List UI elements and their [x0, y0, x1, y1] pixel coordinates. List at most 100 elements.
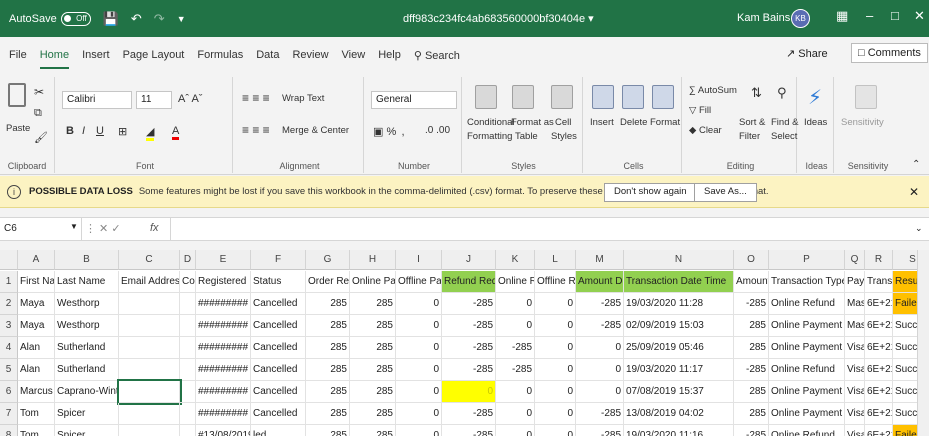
format-as-table-icon[interactable]	[512, 85, 534, 109]
cell-j5[interactable]: -285	[442, 359, 496, 381]
cell-g4[interactable]: 285	[306, 337, 350, 359]
search-box[interactable]: ⚲ Search	[414, 49, 460, 62]
format-cells-icon[interactable]	[652, 85, 674, 109]
ideas-icon[interactable]: ⚡	[808, 85, 822, 110]
number-format-select[interactable]: General	[371, 91, 457, 109]
cell-p4[interactable]: Online Payment	[769, 337, 845, 359]
formula-input[interactable]	[170, 218, 910, 240]
cell-h3[interactable]: 285	[350, 315, 396, 337]
copy-icon[interactable]: ⧉	[34, 107, 42, 120]
cell-q7[interactable]: Visa	[845, 403, 865, 425]
cell-a4[interactable]: Alan	[18, 337, 55, 359]
file-name[interactable]: dff983c234fc4ab683560000bf30404e ▾	[403, 12, 594, 25]
cell-h6[interactable]: 285	[350, 381, 396, 403]
cell-b6[interactable]: Caprano-Wint	[55, 381, 119, 403]
bold-icon[interactable]: B	[66, 125, 74, 137]
cell-c3[interactable]	[119, 315, 180, 337]
cell-d3[interactable]	[180, 315, 196, 337]
cell-n5[interactable]: 19/03/2020 11:17	[624, 359, 734, 381]
cell-h8[interactable]: 285	[350, 425, 396, 436]
cut-icon[interactable]: ✂	[34, 85, 44, 99]
cell-d1[interactable]: Comp	[180, 271, 196, 293]
cell-e7[interactable]: #########	[196, 403, 251, 425]
cell-e3[interactable]: #########	[196, 315, 251, 337]
cell-i6[interactable]: 0	[396, 381, 442, 403]
cell-a1[interactable]: First Name	[18, 271, 55, 293]
align-top-icon[interactable]: ≡ ≡ ≡	[242, 91, 270, 105]
cell-k6[interactable]: 0	[496, 381, 535, 403]
minimize-icon[interactable]: –	[866, 8, 873, 23]
cell-c5[interactable]	[119, 359, 180, 381]
cell-a6[interactable]: Marcus	[18, 381, 55, 403]
close-icon[interactable]: ✕	[914, 8, 925, 24]
cell-r5[interactable]: 6E+21	[865, 359, 893, 381]
cell-m2[interactable]: -285	[576, 293, 624, 315]
cell-j4[interactable]: -285	[442, 337, 496, 359]
vertical-scrollbar[interactable]	[917, 250, 929, 436]
font-name-select[interactable]: Calibri	[62, 91, 132, 109]
column-header-j[interactable]: J	[442, 250, 496, 270]
close-warning-icon[interactable]: ✕	[909, 185, 919, 199]
cell-i8[interactable]: 0	[396, 425, 442, 436]
cell-h4[interactable]: 285	[350, 337, 396, 359]
sensitivity-button[interactable]: Sensitivity	[841, 117, 884, 128]
cell-n4[interactable]: 25/09/2019 05:46	[624, 337, 734, 359]
cell-q1[interactable]: Paym	[845, 271, 865, 293]
tab-insert[interactable]: Insert	[82, 49, 110, 61]
cell-i4[interactable]: 0	[396, 337, 442, 359]
format-painter-icon[interactable]: 🖌	[34, 131, 48, 144]
cell-o6[interactable]: 285	[734, 381, 769, 403]
clear-button[interactable]: ◆ Clear	[689, 125, 722, 136]
cell-n1[interactable]: Transaction Date Time	[624, 271, 734, 293]
cell-b8[interactable]: Spicer	[55, 425, 119, 436]
column-header-r[interactable]: R	[865, 250, 893, 270]
cell-j3[interactable]: -285	[442, 315, 496, 337]
cell-e2[interactable]: #########	[196, 293, 251, 315]
cell-i1[interactable]: Offline Pay	[396, 271, 442, 293]
cell-r1[interactable]: Transa	[865, 271, 893, 293]
cell-r2[interactable]: 6E+21	[865, 293, 893, 315]
sensitivity-icon[interactable]	[855, 85, 877, 109]
cell-m6[interactable]: 0	[576, 381, 624, 403]
tab-data[interactable]: Data	[256, 49, 279, 61]
column-header-b[interactable]: B	[55, 250, 119, 270]
row-header-4[interactable]: 4	[0, 337, 18, 359]
save-icon[interactable]: 💾	[103, 11, 119, 27]
cell-c4[interactable]	[119, 337, 180, 359]
merge-center-button[interactable]: Merge & Center	[282, 125, 349, 136]
autosave-toggle[interactable]: Off	[60, 11, 91, 26]
cell-m4[interactable]: 0	[576, 337, 624, 359]
cell-o3[interactable]: 285	[734, 315, 769, 337]
cell-r4[interactable]: 6E+21	[865, 337, 893, 359]
cell-j7[interactable]: -285	[442, 403, 496, 425]
cell-k2[interactable]: 0	[496, 293, 535, 315]
row-header-2[interactable]: 2	[0, 293, 18, 315]
conditional-formatting-button[interactable]: Conditional	[467, 117, 515, 128]
cell-q8[interactable]: Visa	[845, 425, 865, 436]
save-as-button[interactable]: Save As...	[694, 183, 757, 202]
undo-icon[interactable]: ↶	[131, 11, 142, 27]
column-header-l[interactable]: L	[535, 250, 576, 270]
cell-p3[interactable]: Online Payment	[769, 315, 845, 337]
cell-l3[interactable]: 0	[535, 315, 576, 337]
cell-n8[interactable]: 19/03/2020 11:16	[624, 425, 734, 436]
cell-j1[interactable]: Refund Requ	[442, 271, 496, 293]
row-header-5[interactable]: 5	[0, 359, 18, 381]
row-header-7[interactable]: 7	[0, 403, 18, 425]
column-header-e[interactable]: E	[196, 250, 251, 270]
cell-e4[interactable]: #########	[196, 337, 251, 359]
cell-n7[interactable]: 13/08/2019 04:02	[624, 403, 734, 425]
cell-j8[interactable]: -285	[442, 425, 496, 436]
comments-button[interactable]: □ Comments	[851, 43, 928, 63]
cell-f1[interactable]: Status	[251, 271, 306, 293]
fill-color-icon[interactable]: ◢	[146, 125, 155, 141]
cell-r7[interactable]: 6E+21	[865, 403, 893, 425]
cell-a7[interactable]: Tom	[18, 403, 55, 425]
cell-k7[interactable]: 0	[496, 403, 535, 425]
cell-n6[interactable]: 07/08/2019 15:37	[624, 381, 734, 403]
cell-l7[interactable]: 0	[535, 403, 576, 425]
tab-file[interactable]: File	[9, 49, 27, 61]
column-header-q[interactable]: Q	[845, 250, 865, 270]
cell-r3[interactable]: 6E+21	[865, 315, 893, 337]
tab-view[interactable]: View	[342, 49, 366, 61]
